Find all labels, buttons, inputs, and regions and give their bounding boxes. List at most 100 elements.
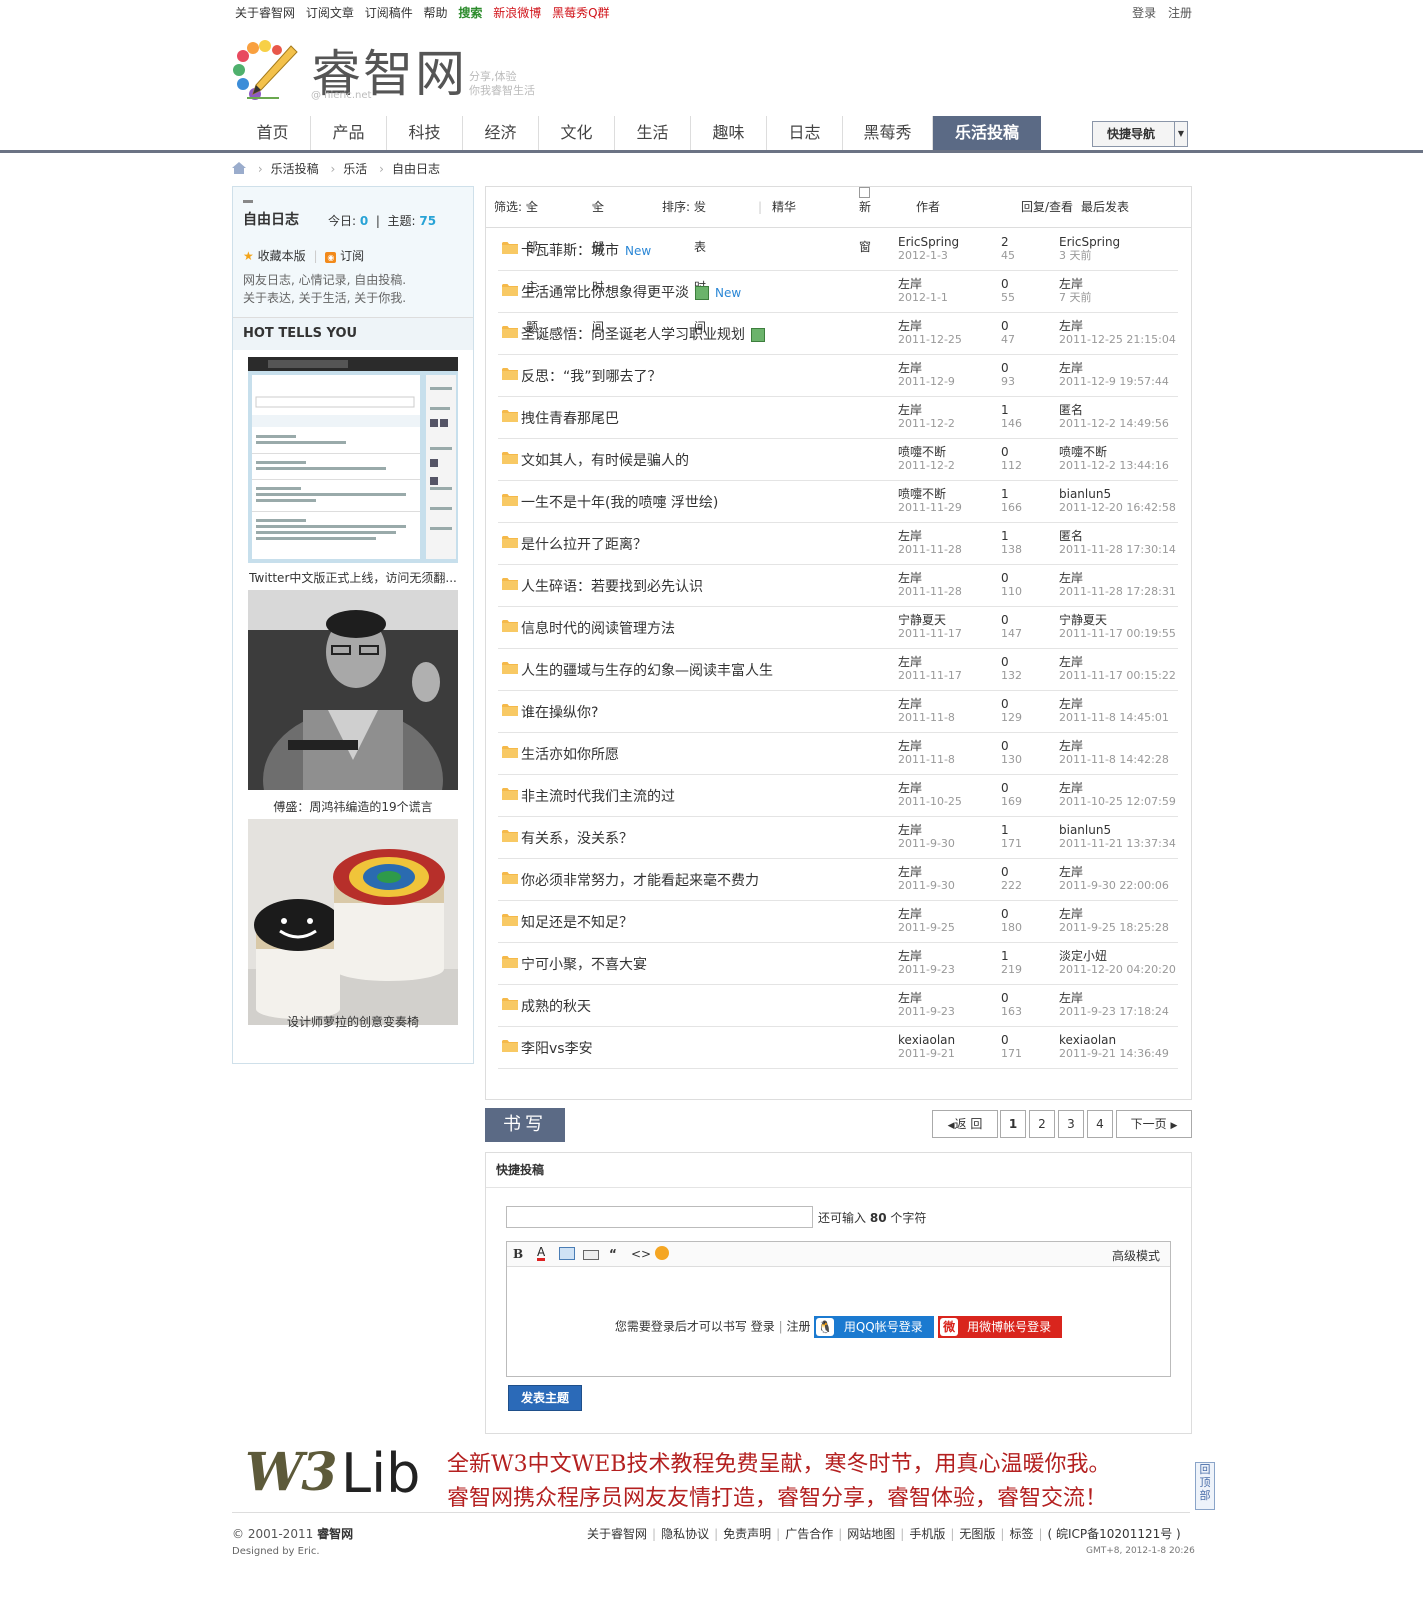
- advanced-mode-link[interactable]: 高级模式: [1112, 1247, 1160, 1264]
- thread-author[interactable]: 左岸 2011-9-30: [898, 824, 955, 851]
- thread-title[interactable]: 知足还是不知足？: [521, 912, 633, 932]
- footer-link[interactable]: 标签: [1009, 1527, 1033, 1541]
- thread-title[interactable]: 人生碎语：若要找到必先认识: [521, 576, 703, 596]
- footer-link[interactable]: 无图版: [959, 1527, 995, 1541]
- nav-item-economy[interactable]: 经济: [463, 116, 539, 150]
- table-row[interactable]: 人生的疆域与生存的幻象—阅读丰富人生 左岸 2011-11-17 0 132 左岸 2011…: [498, 648, 1178, 691]
- footer-site-name[interactable]: 睿智网: [317, 1527, 353, 1541]
- breadcrumb-lohas[interactable]: 乐活: [343, 162, 367, 176]
- thread-title[interactable]: 信息时代的阅读管理方法: [521, 618, 675, 638]
- thread-title[interactable]: 非主流时代我们主流的过: [521, 786, 675, 806]
- pager-page-4[interactable]: 4: [1087, 1110, 1113, 1138]
- submit-topic-button[interactable]: 发表主题: [508, 1385, 582, 1411]
- table-row[interactable]: 知足还是不知足？ 左岸 2011-9-25 0 180 左岸 2011-9-25 18:25…: [498, 900, 1178, 943]
- nav-item-submissions[interactable]: 乐活投稿: [933, 116, 1041, 150]
- table-row[interactable]: 是什么拉开了距离？ 左岸 2011-11-28 1 138 匿名 2011-11-28 17…: [498, 522, 1178, 565]
- top-link-search[interactable]: 搜索: [458, 6, 482, 20]
- nav-item-culture[interactable]: 文化: [539, 116, 615, 150]
- thread-title[interactable]: 人生的疆域与生存的幻象—阅读丰富人生: [521, 660, 773, 680]
- thread-last-post[interactable]: bianlun5 2011-12-20 16:42:58: [1059, 488, 1176, 515]
- pager-page-1[interactable]: 1: [1000, 1110, 1026, 1138]
- footer-link[interactable]: 免责声明: [723, 1527, 771, 1541]
- thread-last-post[interactable]: 左岸 2011-11-8 14:45:01: [1059, 698, 1169, 725]
- thread-author[interactable]: 左岸 2011-9-30: [898, 866, 955, 893]
- stools-thumbnail[interactable]: [248, 819, 458, 1025]
- thread-author[interactable]: 喷嚏不断 2011-11-29: [898, 488, 962, 515]
- top-link-subscribe-articles[interactable]: 订阅文章: [306, 6, 354, 20]
- thread-last-post[interactable]: EricSpring 3 天前: [1059, 236, 1120, 263]
- table-row[interactable]: 卡瓦菲斯：城市 New EricSpring 2012-1-3 2 45 EricSprin…: [498, 228, 1178, 271]
- subject-input[interactable]: [506, 1206, 813, 1228]
- nav-item-tech[interactable]: 科技: [387, 116, 463, 150]
- table-row[interactable]: 有关系，没关系？ 左岸 2011-9-30 1 171 bianlun5 2011-11-2…: [498, 816, 1178, 859]
- thread-title[interactable]: 有关系，没关系？: [521, 828, 633, 848]
- pager-next[interactable]: 下一页 ▶: [1116, 1110, 1192, 1138]
- top-link-about[interactable]: 关于睿智网: [235, 6, 295, 20]
- nav-item-life[interactable]: 生活: [615, 116, 691, 150]
- nav-item-products[interactable]: 产品: [311, 116, 387, 150]
- portrait-thumbnail[interactable]: [248, 590, 458, 790]
- site-logo[interactable]: 睿智网 @ hieric.net 分享,体验 你我睿智生活: [233, 34, 553, 104]
- top-link-qqgroup[interactable]: 黑莓秀Q群: [552, 6, 609, 20]
- table-row[interactable]: 拽住青春那尾巴 左岸 2011-12-2 1 146 匿名 2011-12-2 14:49:…: [498, 396, 1178, 439]
- pager-page-3[interactable]: 3: [1058, 1110, 1084, 1138]
- breadcrumb-free-blog[interactable]: 自由日志: [392, 162, 440, 176]
- thread-last-post[interactable]: 左岸 2011-12-9 19:57:44: [1059, 362, 1169, 389]
- thread-last-post[interactable]: 左岸 2011-10-25 12:07:59: [1059, 782, 1176, 809]
- thread-last-post[interactable]: 喷嚏不断 2011-12-2 13:44:16: [1059, 446, 1169, 473]
- quote-icon[interactable]: “: [609, 1247, 617, 1261]
- nav-item-fun[interactable]: 趣味: [691, 116, 767, 150]
- quick-nav-dropdown[interactable]: 快捷导航 ▼: [1092, 121, 1188, 147]
- bold-icon[interactable]: B: [513, 1247, 523, 1261]
- image-icon[interactable]: [559, 1247, 575, 1260]
- thread-last-post[interactable]: 宁静夏天 2011-11-17 00:19:55: [1059, 614, 1176, 641]
- nav-item-blog[interactable]: 日志: [767, 116, 843, 150]
- home-icon[interactable]: [232, 162, 246, 174]
- thread-author[interactable]: 左岸 2011-12-2: [898, 404, 955, 431]
- thread-title[interactable]: 是什么拉开了距离？: [521, 534, 647, 554]
- pager-page-2[interactable]: 2: [1029, 1110, 1055, 1138]
- thread-title[interactable]: 拽住青春那尾巴: [521, 408, 619, 428]
- footer-link[interactable]: 关于睿智网: [587, 1527, 647, 1541]
- table-row[interactable]: 一生不是十年(我的喷嚏 浮世绘) 喷嚏不断 2011-11-29 1 166 bianlu…: [498, 480, 1178, 523]
- top-link-help[interactable]: 帮助: [424, 6, 448, 20]
- table-row[interactable]: 非主流时代我们主流的过 左岸 2011-10-25 0 169 左岸 2011-10-25 …: [498, 774, 1178, 817]
- table-row[interactable]: 文如其人，有时候是骗人的 喷嚏不断 2011-12-2 0 112 喷嚏不断 2011-12…: [498, 438, 1178, 481]
- table-row[interactable]: 反思：“我”到哪去了？ 左岸 2011-12-9 0 93 左岸 2011-12-9 19:…: [498, 354, 1178, 397]
- w3lib-banner[interactable]: W3 Lib 全新W3中文WEB技术教程免费呈献，寒冬时节，用真心温暖你我。 睿…: [245, 1440, 1165, 1511]
- thread-title[interactable]: 谁在操纵你?: [521, 702, 598, 722]
- table-row[interactable]: 成熟的秋天 左岸 2011-9-23 0 163 左岸 2011-9-23 17:18:24: [498, 984, 1178, 1027]
- editor-login-link[interactable]: 登录: [751, 1320, 775, 1334]
- table-row[interactable]: 生活亦如你所愿 左岸 2011-11-8 0 130 左岸 2011-11-8 14:42:…: [498, 732, 1178, 775]
- filter-digest[interactable]: 精华: [772, 187, 796, 227]
- favorite-button[interactable]: ★ 收藏本版: [243, 249, 306, 263]
- back-to-top-button[interactable]: 回顶部: [1195, 1462, 1215, 1510]
- thread-title[interactable]: 生活通常比你想象得更平淡 New: [521, 282, 741, 302]
- table-row[interactable]: 谁在操纵你? 左岸 2011-11-8 0 129 左岸 2011-11-8 14:45:0…: [498, 690, 1178, 733]
- thread-last-post[interactable]: 淡定小妞 2011-12-20 04:20:20: [1059, 950, 1176, 977]
- table-row[interactable]: 圣诞感悟：向圣诞老人学习职业规划 左岸 2011-12-25 0 47 左岸 2011-12…: [498, 312, 1178, 355]
- thread-author[interactable]: 左岸 2011-10-25: [898, 782, 962, 809]
- font-color-icon[interactable]: A: [537, 1246, 546, 1261]
- nav-item-home[interactable]: 首页: [235, 116, 311, 150]
- thread-last-post[interactable]: 左岸 2011-11-28 17:28:31: [1059, 572, 1176, 599]
- thread-author[interactable]: 左岸 2011-11-28: [898, 572, 962, 599]
- subscribe-button[interactable]: ◉ 订阅: [325, 249, 364, 263]
- thread-last-post[interactable]: 左岸 2011-11-17 00:15:22: [1059, 656, 1176, 683]
- thread-author[interactable]: 喷嚏不断 2011-12-2: [898, 446, 955, 473]
- thread-author[interactable]: 宁静夏天 2011-11-17: [898, 614, 962, 641]
- post-editor[interactable]: B A “ <> 高级模式 您需要登录后才可以书写 登录 | 注册 🐧 用QQ帐号…: [506, 1241, 1171, 1377]
- thread-last-post[interactable]: bianlun5 2011-11-21 13:37:34: [1059, 824, 1176, 851]
- table-row[interactable]: 宁可小聚，不喜大宴 左岸 2011-9-23 1 219 淡定小妞 2011-12-20 0…: [498, 942, 1178, 985]
- thread-last-post[interactable]: 左岸 2011-9-23 17:18:24: [1059, 992, 1169, 1019]
- thumb-caption-2[interactable]: 傅盛：周鸿祎编造的19个谎言: [243, 798, 463, 815]
- code-icon[interactable]: <>: [631, 1247, 651, 1261]
- thumb-caption-3[interactable]: 设计师萝拉的创意变奏椅: [243, 1013, 463, 1030]
- thread-last-post[interactable]: 左岸 2011-11-8 14:42:28: [1059, 740, 1169, 767]
- footer-link[interactable]: ( 皖ICP备10201121号 ): [1048, 1527, 1181, 1541]
- table-row[interactable]: 人生碎语：若要找到必先认识 左岸 2011-11-28 0 110 左岸 2011-11-2…: [498, 564, 1178, 607]
- thread-author[interactable]: 左岸 2011-11-28: [898, 530, 962, 557]
- thread-title[interactable]: 圣诞感悟：向圣诞老人学习职业规划: [521, 324, 765, 344]
- link-icon[interactable]: [583, 1250, 599, 1260]
- footer-link[interactable]: 广告合作: [785, 1527, 833, 1541]
